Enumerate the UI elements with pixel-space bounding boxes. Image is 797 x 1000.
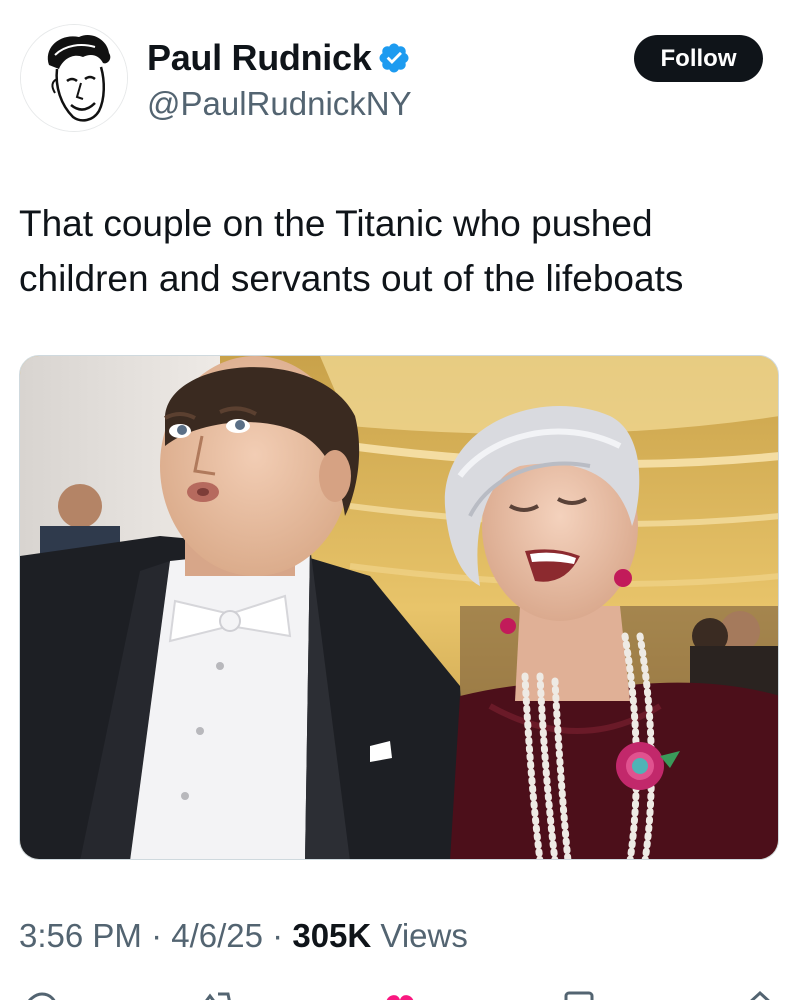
meta-separator: · <box>151 917 163 954</box>
meta-separator: · <box>272 917 284 954</box>
views-label: Views <box>380 917 468 954</box>
share-icon[interactable] <box>740 990 780 1000</box>
follow-button[interactable]: Follow <box>634 35 763 82</box>
action-bar <box>0 985 797 1000</box>
bookmark-icon[interactable] <box>560 990 600 1000</box>
retweet-icon[interactable] <box>196 990 236 1000</box>
like-icon[interactable] <box>380 990 420 1000</box>
tweet-photo[interactable] <box>19 355 779 860</box>
avatar[interactable] <box>20 24 128 132</box>
tweet-time[interactable]: 3:56 PM <box>19 917 142 954</box>
name-row: Paul Rudnick <box>147 38 411 78</box>
author-display-name[interactable]: Paul Rudnick <box>147 38 372 78</box>
reply-icon[interactable] <box>20 990 60 1000</box>
photo-illustration <box>20 356 778 859</box>
tweet-date[interactable]: 4/6/25 <box>171 917 263 954</box>
author-handle[interactable]: @PaulRudnickNY <box>147 85 412 123</box>
verified-badge-icon[interactable] <box>377 41 411 75</box>
views-count: 305K <box>292 917 372 954</box>
tweet-text: That couple on the Titanic who pushed ch… <box>19 203 684 299</box>
tweet-meta: 3:56 PM · 4/6/25 · 305K Views <box>19 914 468 958</box>
caricature-avatar-icon <box>21 25 127 131</box>
